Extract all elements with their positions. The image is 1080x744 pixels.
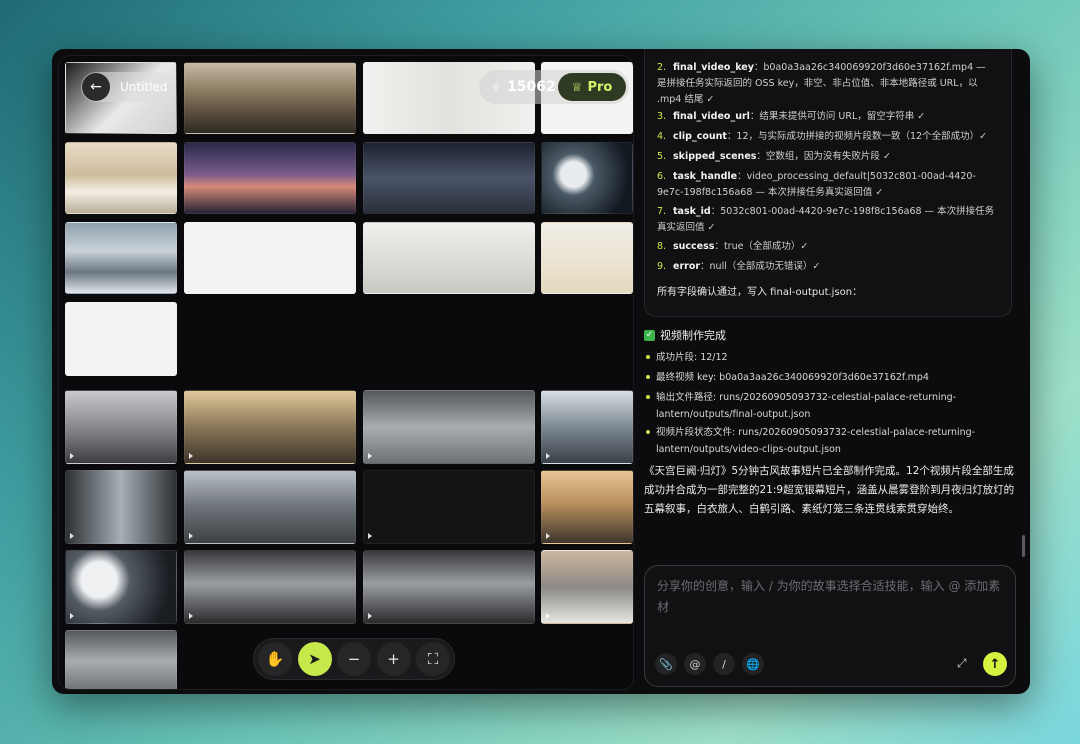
check-icon: ✓ [644,329,655,341]
video-clip-tile[interactable] [541,470,633,544]
video-clip-tile[interactable] [363,390,535,464]
field-item: 2. final_video_key：b0a0a3aa26c340069920f3… [657,62,986,105]
send-arrow-up-icon[interactable]: ↑ [983,652,1007,676]
completion-title: 视频制作完成 [660,329,726,342]
summary-text: 《天宫巨阙·归灯》5分钟古风故事短片已全部制作完成。12个视频片段全部生成成功并… [644,465,1015,515]
play-icon [546,533,550,539]
hand-icon[interactable]: ✋ [258,642,292,676]
chat-panel: 2. final_video_key：b0a0a3aa26c340069920f3… [638,49,1030,694]
video-clip-tile[interactable] [65,630,177,689]
pro-badge[interactable]: ♕ Pro [558,73,626,101]
completion-heading: ✓ 视频制作完成 [644,327,726,343]
play-icon [368,533,372,539]
video-clip-tile[interactable] [184,550,356,624]
field-item: 7. task_id：5032c801-00ad-4420-9e7c-198f8c… [657,206,995,233]
play-icon [546,453,550,459]
image-tile[interactable] [184,222,356,294]
arrow-left-icon[interactable]: ← [82,73,110,101]
image-tile[interactable] [363,222,535,294]
field-item: 6. task_handle：video_processing_default|5… [657,171,976,198]
play-icon [70,453,74,459]
validation-card: 2. final_video_key：b0a0a3aa26c340069920f3… [644,49,1012,317]
video-clip-tile[interactable] [65,550,177,624]
storyboard-canvas[interactable]: ← Untitled ✧ 15062 ♕ Pro ✋ ➤ − + ⛶ [58,55,634,690]
video-clip-tile[interactable] [184,390,356,464]
slash-icon[interactable]: / [713,653,735,675]
video-clip-tile[interactable] [184,470,356,544]
image-tile[interactable] [65,142,177,214]
app-window: ← Untitled ✧ 15062 ♕ Pro ✋ ➤ − + ⛶ 2. fin… [52,49,1030,694]
chat-input[interactable]: 分享你的创意，输入 / 为你的故事选择合适技能，输入 @ 添加素材 [657,576,1003,618]
field-item: 5. skipped_scenes：空数组，因为没有失败片段 ✓ [657,151,891,162]
video-clip-tile[interactable] [65,390,177,464]
list-item: 视频片段状态文件: runs/20260905093732-celestial-… [644,424,1018,458]
expand-icon[interactable]: ⤢ [957,656,967,671]
play-icon [70,533,74,539]
list-item: 最终视频 key: b0a0a3aa26c340069920f3d60e3716… [644,369,1018,386]
image-tile[interactable] [184,142,356,214]
video-clip-tile[interactable] [65,470,177,544]
play-icon [189,453,193,459]
chat-input-box[interactable]: 分享你的创意，输入 / 为你的故事选择合适技能，输入 @ 添加素材 📎 @ / … [644,565,1016,687]
field-item: 3. final_video_url：结果未提供可访问 URL，留空字符串 ✓ [657,111,926,122]
video-clip-tile[interactable] [363,470,535,544]
image-tile[interactable] [541,222,633,294]
cursor-icon[interactable]: ➤ [297,642,332,676]
confirm-text: 所有字段确认通过，写入 final-output.json： [657,287,863,298]
pro-label: Pro [587,79,613,95]
image-tile[interactable] [65,222,177,294]
field-item: 9. error：null（全部成功无错误）✓ [657,261,821,272]
play-icon [189,533,193,539]
image-tile[interactable] [363,142,535,214]
project-title-pill: ← Untitled [81,72,171,102]
credits-pill[interactable]: ✧ 15062 ♕ Pro [479,70,629,104]
plus-icon[interactable]: + [376,642,411,676]
list-item: 输出文件路径: runs/20260905093732-celestial-pa… [644,389,1018,423]
image-tile[interactable] [184,62,356,134]
paperclip-icon[interactable]: 📎 [655,653,677,675]
project-title[interactable]: Untitled [120,80,167,94]
chat-scrollbar[interactable] [1022,535,1025,557]
play-icon [189,613,193,619]
credit-balance: 15062 [507,79,556,95]
image-tile[interactable] [541,142,633,214]
play-icon [368,613,372,619]
list-item: 成功片段: 12/12 [644,349,1018,366]
globe-icon[interactable]: 🌐 [742,653,764,675]
at-icon[interactable]: @ [684,653,706,675]
image-tile[interactable] [65,302,177,376]
crown-icon: ♕ [571,80,583,94]
sparkle-icon: ✧ [491,80,502,94]
fullscreen-icon[interactable]: ⛶ [416,642,450,676]
play-icon [546,613,550,619]
canvas-toolbar: ✋ ➤ − + ⛶ [253,638,455,680]
video-clip-tile[interactable] [541,550,633,624]
field-item: 4. clip_count：12，与实际成功拼接的视频片段数一致（12个全部成功）… [657,131,988,142]
video-clip-tile[interactable] [363,550,535,624]
play-icon [70,613,74,619]
minus-icon[interactable]: − [337,642,371,676]
play-icon [368,453,372,459]
field-item: 8. success：true（全部成功）✓ [657,241,809,252]
video-clip-tile[interactable] [541,390,633,464]
